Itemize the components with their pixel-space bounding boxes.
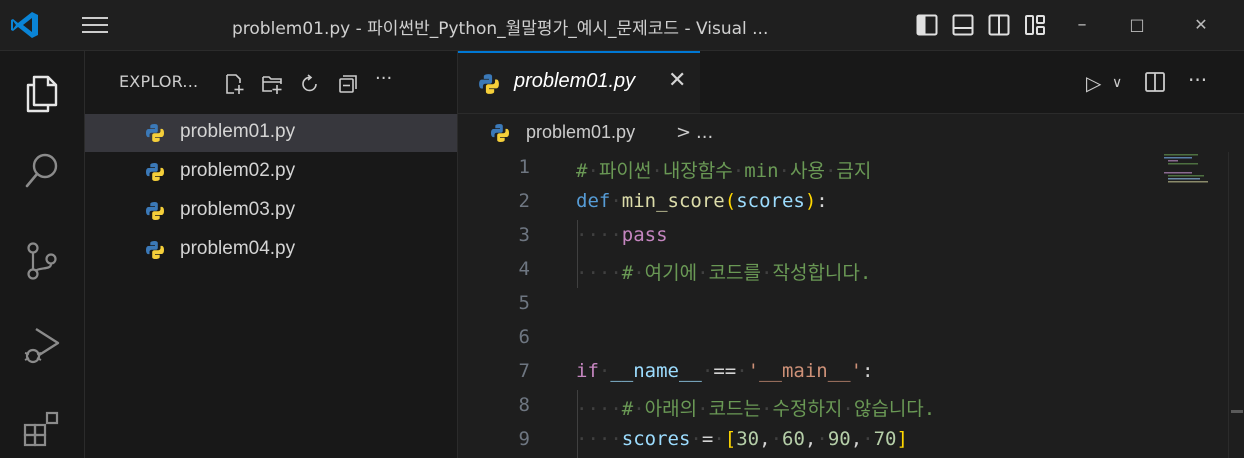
file-item-problem02[interactable]: problem02.py	[85, 153, 457, 191]
python-file-icon	[479, 74, 499, 94]
vertical-scrollbar[interactable]	[1228, 152, 1244, 458]
window-title: problem01.py - 파이썬반_Python_월말평가_예시_문제코드 …	[232, 19, 769, 39]
code-line: 2 def·min_score(scores):	[458, 186, 1148, 220]
new-file-icon[interactable]	[223, 73, 245, 95]
run-dropdown-icon[interactable]: ∨	[1112, 75, 1122, 99]
line-number: 2	[518, 190, 530, 212]
editor-tab-bar: problem01.py ✕ ▷ ∨ ···	[458, 51, 1244, 114]
code-text: #·파이썬·내장함수·min·사용·금지	[576, 160, 872, 182]
new-folder-icon[interactable]	[261, 73, 283, 95]
line-number: 3	[518, 224, 530, 246]
toggle-primary-sidebar-icon[interactable]	[916, 14, 938, 36]
line-number: 4	[518, 258, 530, 280]
breadcrumb-separator: >	[676, 122, 692, 143]
explorer-title: EXPLOR...	[119, 72, 199, 91]
file-name: problem02.py	[180, 160, 296, 181]
menu-hamburger-icon[interactable]	[82, 14, 108, 36]
explorer-more-button[interactable]: ···	[375, 68, 405, 90]
minimap-preview	[1164, 154, 1208, 183]
code-line: 3 ····pass	[458, 220, 1148, 254]
code-line: 7 if·__name__·==·'__main__':	[458, 356, 1148, 390]
source-control-icon[interactable]	[20, 239, 64, 283]
customize-layout-icon[interactable]	[1024, 14, 1046, 36]
line-number: 9	[518, 428, 530, 450]
code-text: def·min_score(scores):	[576, 190, 828, 212]
code-text: ····#·아래의·코드는·수정하지·않습니다.	[576, 398, 936, 420]
python-file-icon	[146, 163, 164, 181]
maximize-button[interactable]: □	[1114, 10, 1160, 40]
activity-bar	[0, 51, 85, 458]
title-bar: problem01.py - 파이썬반_Python_월말평가_예시_문제코드 …	[0, 0, 1244, 51]
code-text: ····scores·=·[30,·60,·90,·70]	[576, 428, 908, 450]
file-name: problem04.py	[180, 238, 296, 259]
python-file-icon	[146, 124, 164, 142]
line-number: 7	[518, 360, 530, 382]
code-line: 4 ····#·여기에·코드를·작성합니다.	[458, 254, 1148, 288]
tab-problem01[interactable]: problem01.py ✕	[458, 51, 700, 113]
file-item-problem03[interactable]: problem03.py	[85, 192, 457, 230]
code-line: 8 ····#·아래의·코드는·수정하지·않습니다.	[458, 390, 1148, 424]
python-file-icon	[146, 202, 164, 220]
code-text: ····#·여기에·코드를·작성합니다.	[576, 262, 872, 284]
line-number: 1	[518, 156, 530, 178]
extensions-icon[interactable]	[20, 407, 64, 451]
toggle-secondary-sidebar-icon[interactable]	[988, 14, 1010, 36]
python-file-icon	[491, 124, 509, 142]
tab-close-icon[interactable]: ✕	[668, 68, 686, 93]
breadcrumb-file[interactable]: problem01.py	[526, 122, 635, 143]
breadcrumb-symbols[interactable]: ...	[696, 122, 713, 143]
code-line: 9 ····scores·=·[30,·60,·90,·70]	[458, 424, 1148, 458]
search-icon[interactable]	[20, 149, 64, 193]
collapse-folders-icon[interactable]	[337, 73, 359, 95]
refresh-icon[interactable]	[299, 73, 321, 95]
close-button[interactable]: ✕	[1178, 10, 1224, 40]
breadcrumb: problem01.py > ...	[458, 114, 1244, 152]
line-number: 8	[518, 394, 530, 416]
vscode-logo-icon[interactable]	[10, 10, 40, 40]
code-editor[interactable]: 1 #·파이썬·내장함수·min·사용·금지 2 def·min_score(s…	[458, 152, 1148, 458]
code-line: 1 #·파이썬·내장함수·min·사용·금지	[458, 152, 1148, 186]
run-debug-icon[interactable]	[20, 323, 64, 367]
python-file-icon	[146, 241, 164, 259]
minimize-button[interactable]: –	[1059, 10, 1105, 40]
files-icon[interactable]	[20, 71, 64, 115]
file-name: problem01.py	[180, 121, 296, 142]
file-item-problem01[interactable]: problem01.py	[85, 114, 457, 152]
editor-more-button[interactable]: ···	[1188, 68, 1207, 92]
code-line: 6	[458, 322, 1148, 356]
file-item-problem04[interactable]: problem04.py	[85, 231, 457, 269]
scrollbar-thumb[interactable]	[1231, 410, 1243, 413]
file-name: problem03.py	[180, 199, 296, 220]
explorer-sidebar: EXPLOR... ··· problem01.py problem02.py …	[85, 51, 458, 458]
minimap[interactable]	[1148, 152, 1228, 458]
run-button[interactable]: ▷	[1086, 71, 1101, 95]
code-text: if·__name__·==·'__main__':	[576, 360, 874, 382]
code-text: ····pass	[576, 224, 668, 246]
line-number: 6	[518, 326, 530, 348]
toggle-panel-icon[interactable]	[952, 14, 974, 36]
tab-label: problem01.py	[514, 70, 636, 92]
line-number: 5	[518, 292, 530, 314]
code-line: 5	[458, 288, 1148, 322]
split-editor-icon[interactable]	[1144, 71, 1166, 93]
